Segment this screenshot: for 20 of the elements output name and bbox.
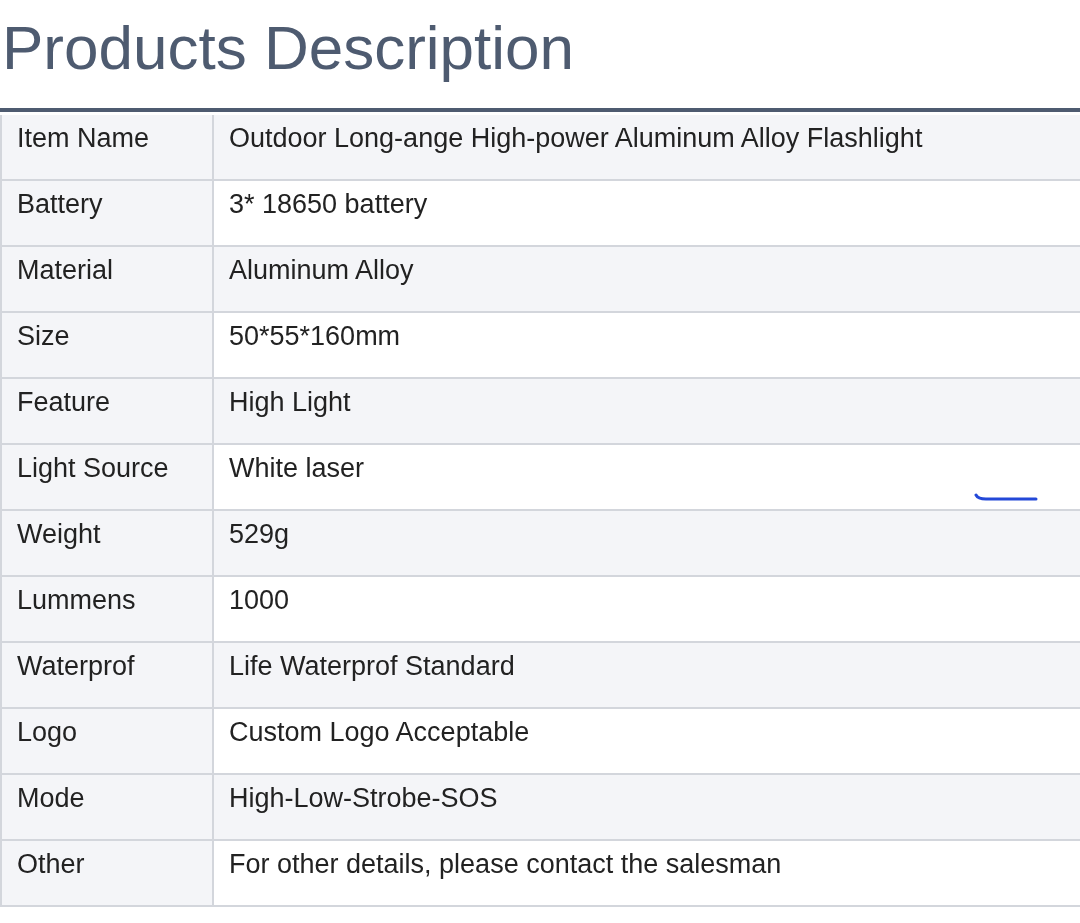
value-cell: Life Waterprof Standard (214, 643, 1080, 709)
label-cell: Weight (2, 511, 214, 577)
value-cell: 529g (214, 511, 1080, 577)
value-cell: High Light (214, 379, 1080, 445)
label-cell: Other (2, 841, 214, 907)
label-cell: Material (2, 247, 214, 313)
label-cell: Lummens (2, 577, 214, 643)
label-cell: Mode (2, 775, 214, 841)
label-cell: Battery (2, 181, 214, 247)
label-cell: Light Source (2, 445, 214, 511)
value-cell: High-Low-Strobe-SOS (214, 775, 1080, 841)
label-cell: Feature (2, 379, 214, 445)
pen-stroke-icon (974, 493, 1038, 501)
label-cell: Waterprof (2, 643, 214, 709)
value-cell: Aluminum Alloy (214, 247, 1080, 313)
label-cell: Logo (2, 709, 214, 775)
label-cell: Item Name (2, 115, 214, 181)
value-cell: Outdoor Long-ange High-power Aluminum Alloy Flashlight (214, 115, 1080, 181)
page-title: Products Description (1, 12, 576, 84)
label-cell: Size (2, 313, 214, 379)
